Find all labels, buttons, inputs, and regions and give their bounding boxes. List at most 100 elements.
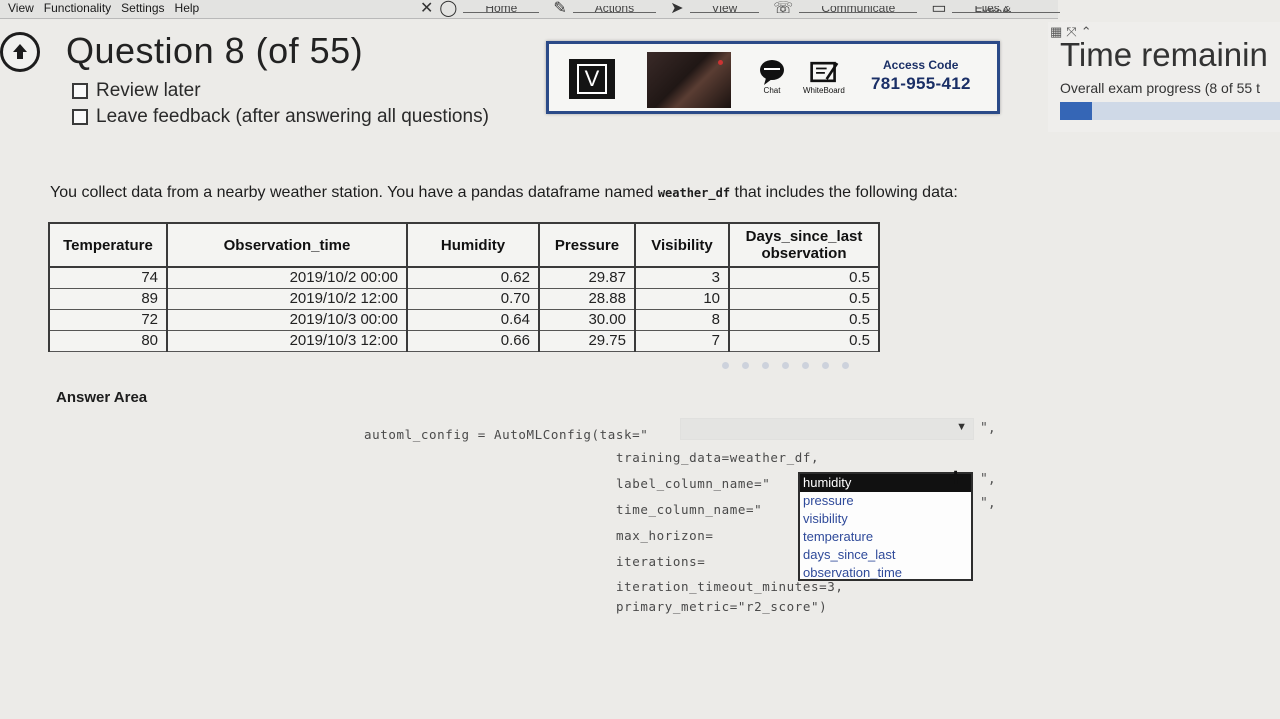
table-row: 89 2019/10/2 12:00 0.70 28.88 10 0.5 <box>48 288 880 310</box>
code-training-data: training_data=weather_df, <box>616 450 820 465</box>
back-arrow-button[interactable] <box>0 32 40 72</box>
header-humidity: Humidity <box>406 222 540 268</box>
header-pressure: Pressure <box>538 222 636 268</box>
option-visibility[interactable]: visibility <box>800 510 971 528</box>
cell: 0.5 <box>728 288 880 310</box>
cell: 0.5 <box>728 330 880 352</box>
option-observation-time[interactable]: observation_time <box>800 564 971 579</box>
code-max-horizon: max_horizon= <box>616 528 714 543</box>
menu-settings[interactable]: Settings <box>121 0 164 18</box>
view-icon: ➤ <box>670 0 684 17</box>
cell: 10 <box>634 288 730 310</box>
cell: 29.75 <box>538 330 636 352</box>
code-tail: ", <box>980 421 996 436</box>
whiteboard-button[interactable]: WhiteBoard <box>803 58 845 95</box>
phone-icon: ☏ <box>773 0 794 17</box>
chat-label: Chat <box>763 86 781 95</box>
chat-icon <box>757 58 787 86</box>
dot-icon <box>842 362 849 369</box>
cell: 80 <box>48 330 168 352</box>
time-panel: ▦ ⤧ ⌃ Time remainin Overall exam progres… <box>1048 22 1280 132</box>
access-code-value: 781-955-412 <box>871 74 971 93</box>
review-later-checkbox-row[interactable]: Review later <box>72 80 201 102</box>
folder-icon: ▭ <box>931 0 947 17</box>
cell: 0.64 <box>406 309 540 331</box>
table-row: 80 2019/10/3 12:00 0.66 29.75 7 0.5 <box>48 330 880 352</box>
cell: 72 <box>48 309 168 331</box>
toolbar-actions[interactable]: ✎ Actions <box>553 1 657 17</box>
answer-area-label: Answer Area <box>56 389 148 406</box>
recording-dot-icon <box>718 60 723 65</box>
menu-help[interactable]: Help <box>175 0 200 18</box>
cell: 7 <box>634 330 730 352</box>
leave-feedback-checkbox-row[interactable]: Leave feedback (after answering all ques… <box>72 106 489 128</box>
header-temperature: Temperature <box>48 222 168 268</box>
progress-bar <box>1060 102 1280 120</box>
question-title: Question 8 (of 55) <box>66 30 364 71</box>
webcam-preview <box>647 52 731 108</box>
dot-icon <box>782 362 789 369</box>
table-header-row: Temperature Observation_time Humidity Pr… <box>48 222 880 268</box>
header-observation-time: Observation_time <box>166 222 408 268</box>
overall-progress-text: Overall exam progress (8 of 55 t <box>1060 80 1260 96</box>
whiteboard-label: WhiteBoard <box>803 86 845 95</box>
toolbar-communicate[interactable]: ☏ Communicate <box>773 0 918 17</box>
dot-icon <box>722 362 729 369</box>
option-humidity[interactable]: humidity <box>800 474 971 492</box>
code-automl-config: automl_config = AutoMLConfig(task=" <box>364 427 649 442</box>
toolbar-view[interactable]: ➤ View <box>670 0 760 17</box>
label-column-listbox[interactable]: humidity pressure visibility temperature… <box>798 472 973 581</box>
code-tail: ", <box>980 496 996 511</box>
dot-icon <box>762 362 769 369</box>
v-button[interactable]: V <box>569 59 615 99</box>
code-tail: ", <box>980 472 996 487</box>
cell: 29.87 <box>538 266 636 289</box>
dot-icon <box>742 362 749 369</box>
progress-bar-fill <box>1060 102 1092 120</box>
proctor-toolbar: ✕ ◯ Home ✎ Actions ➤ View ☏ Communicate ▭ File… <box>420 0 1060 18</box>
cell: 0.66 <box>406 330 540 352</box>
code-iteration-timeout: iteration_timeout_minutes=3, <box>616 579 844 594</box>
cell: 8 <box>634 309 730 331</box>
toolbar-home[interactable]: ✕ ◯ Home <box>420 0 540 17</box>
dot-icon <box>822 362 829 369</box>
cell: 28.88 <box>538 288 636 310</box>
menu-view[interactable]: View <box>8 0 34 18</box>
task-dropdown[interactable]: ▼ <box>680 418 974 440</box>
table-row: 74 2019/10/2 00:00 0.62 29.87 3 0.5 <box>48 266 880 289</box>
chevron-down-icon: ▼ <box>956 421 967 433</box>
toolbar-files-extras[interactable]: ▭ Files & Extras <box>931 0 1060 17</box>
review-later-label: Review later <box>96 80 201 101</box>
review-later-checkbox[interactable] <box>72 83 88 99</box>
cell: 2019/10/2 00:00 <box>166 266 408 289</box>
option-pressure[interactable]: pressure <box>800 492 971 510</box>
cell: 2019/10/3 12:00 <box>166 330 408 352</box>
option-days-since-last[interactable]: days_since_last <box>800 546 971 564</box>
header-days-since-last: Days_since_last observation <box>728 222 880 268</box>
upload-arrow-icon <box>13 44 27 59</box>
table-row: 72 2019/10/3 00:00 0.64 30.00 8 0.5 <box>48 309 880 331</box>
question-intro: You collect data from a nearby weather s… <box>50 184 958 202</box>
time-remaining-title: Time remainin <box>1060 36 1268 73</box>
option-temperature[interactable]: temperature <box>800 528 971 546</box>
code-time-column: time_column_name=" <box>616 502 763 517</box>
intro-text-before: You collect data from a nearby weather s… <box>50 184 658 201</box>
intro-text-after: that includes the following data: <box>730 184 958 201</box>
cell: 3 <box>634 266 730 289</box>
cell: 2019/10/2 12:00 <box>166 288 408 310</box>
chat-button[interactable]: Chat <box>757 58 787 95</box>
close-icon: ✕ <box>420 0 434 17</box>
home-icon: ◯ <box>439 0 458 17</box>
leave-feedback-checkbox[interactable] <box>72 109 88 125</box>
proctor-panel: V Chat WhiteBoard Access Code 781-955-41… <box>546 41 1000 114</box>
header-visibility: Visibility <box>634 222 730 268</box>
menu-functionality[interactable]: Functionality <box>44 0 111 18</box>
dot-icon <box>802 362 809 369</box>
cell: 30.00 <box>538 309 636 331</box>
weather-data-table: Temperature Observation_time Humidity Pr… <box>48 222 880 352</box>
cell: 2019/10/3 00:00 <box>166 309 408 331</box>
loading-dots <box>722 362 849 369</box>
cell: 0.62 <box>406 266 540 289</box>
cell: 0.70 <box>406 288 540 310</box>
cell: 89 <box>48 288 168 310</box>
